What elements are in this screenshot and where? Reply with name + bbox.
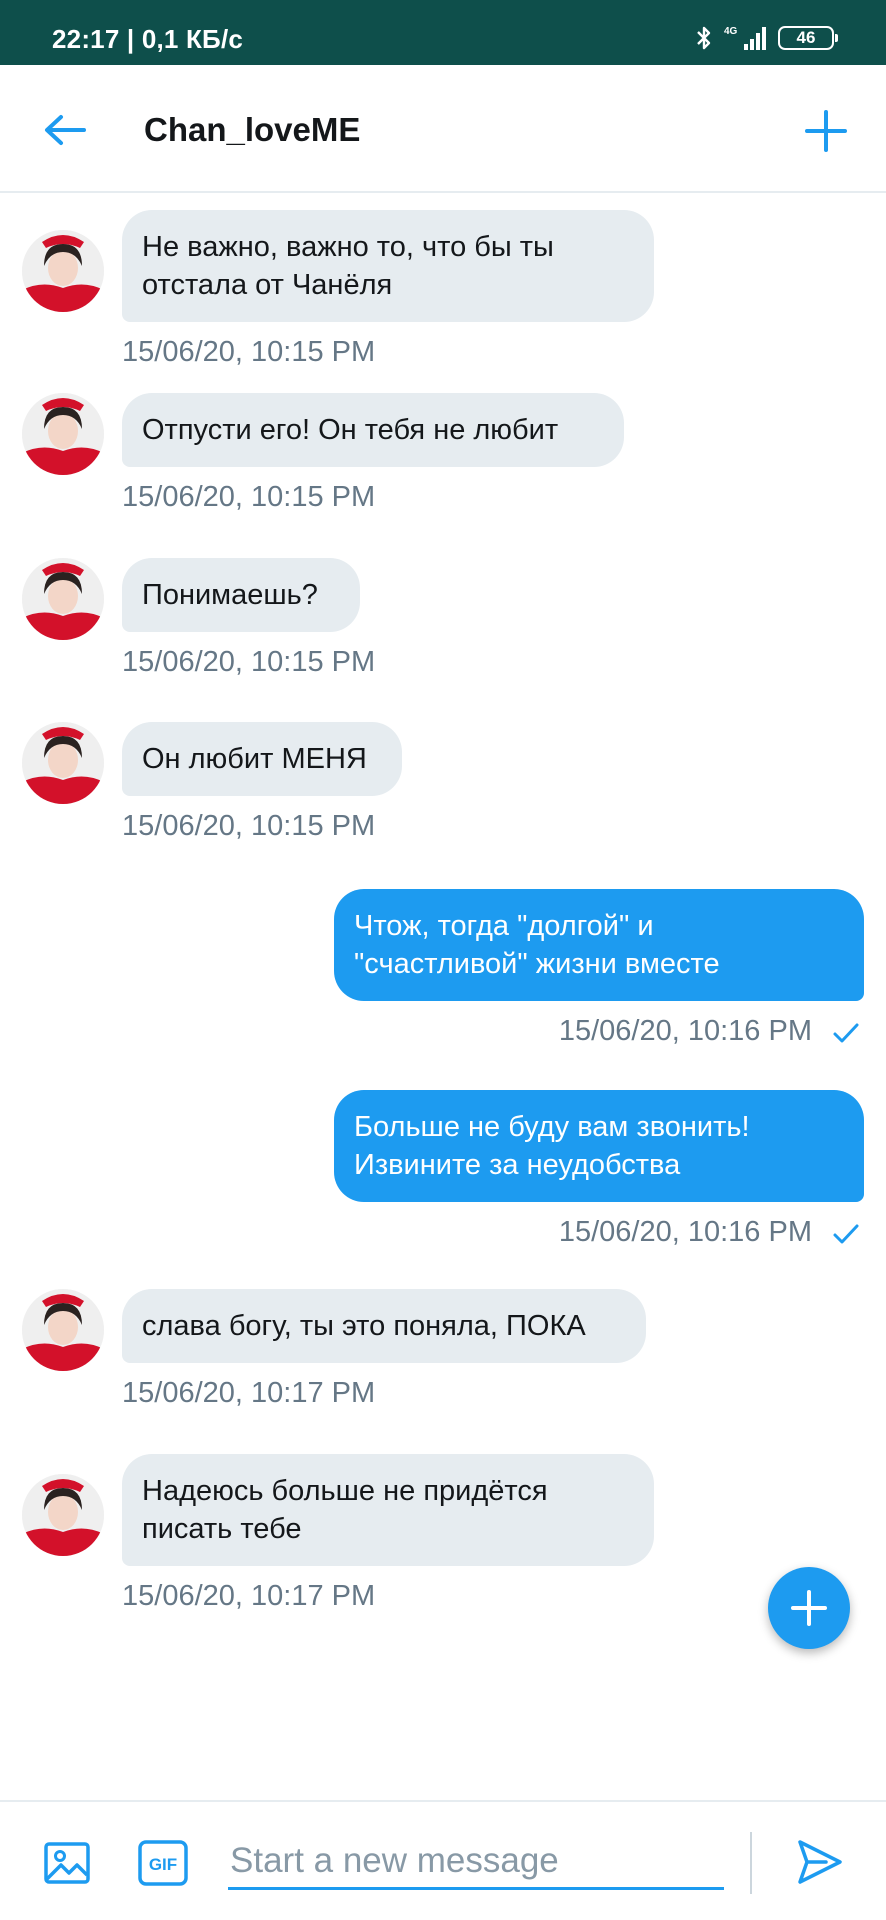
arrow-left-icon: [45, 115, 86, 145]
status-bar: 22:17 | 0,1 КБ/с 4G 46: [0, 0, 886, 65]
battery-indicator: 46: [778, 26, 838, 50]
signal-4g-icon: 4G: [724, 24, 768, 52]
message-timestamp: 15/06/20, 10:15 PM: [122, 336, 376, 368]
avatar[interactable]: [22, 230, 104, 312]
message-timestamp: 15/06/20, 10:17 PM: [122, 1580, 376, 1612]
status-time: 22:17 | 0,1 КБ/с: [52, 24, 244, 54]
add-image-button[interactable]: [40, 1836, 94, 1890]
message-timestamp: 15/06/20, 10:16 PM: [558, 1015, 812, 1047]
plus-icon: [805, 110, 847, 152]
network-label: 4G: [724, 26, 738, 37]
gif-icon: GIF: [138, 1840, 188, 1886]
avatar[interactable]: [22, 393, 104, 475]
image-icon: [44, 1842, 90, 1884]
bluetooth-icon: [694, 24, 714, 52]
incoming-message-bubble[interactable]: Отпусти его! Он тебя не любит: [122, 393, 624, 467]
message-list[interactable]: Не важно, важно то, что бы ты отстала от…: [0, 193, 886, 1800]
avatar[interactable]: [22, 1289, 104, 1371]
add-gif-button[interactable]: GIF: [136, 1836, 190, 1890]
message-timestamp: 15/06/20, 10:15 PM: [122, 810, 376, 842]
avatar[interactable]: [22, 1474, 104, 1556]
back-button[interactable]: [38, 103, 92, 157]
read-check-icon: [830, 1017, 862, 1049]
conversation-header: Chan_loveME: [0, 65, 886, 193]
outgoing-message-bubble[interactable]: Больше не буду вам звонить! Извините за …: [334, 1090, 864, 1202]
outgoing-message-bubble[interactable]: Чтож, тогда "долгой" и "счастливой" жизн…: [334, 889, 864, 1001]
status-icons: 4G 46: [694, 24, 838, 52]
send-button[interactable]: [792, 1834, 848, 1890]
message-timestamp: 15/06/20, 10:15 PM: [122, 481, 376, 513]
composer-divider: [750, 1832, 752, 1894]
incoming-message-bubble[interactable]: слава богу, ты это поняла, ПОКА: [122, 1289, 646, 1363]
plus-icon: [791, 1590, 827, 1626]
incoming-message-bubble[interactable]: Не важно, важно то, что бы ты отстала от…: [122, 210, 654, 322]
conversation-title: Chan_loveME: [144, 111, 361, 148]
avatar[interactable]: [22, 722, 104, 804]
gif-label: GIF: [149, 1855, 177, 1874]
incoming-message-bubble[interactable]: Он любит МЕНЯ: [122, 722, 402, 796]
composer-bar: GIF: [0, 1800, 886, 1920]
message-timestamp: 15/06/20, 10:17 PM: [122, 1377, 376, 1409]
message-timestamp: 15/06/20, 10:16 PM: [558, 1216, 812, 1248]
new-message-fab[interactable]: [768, 1567, 850, 1649]
message-timestamp: 15/06/20, 10:15 PM: [122, 646, 376, 678]
avatar[interactable]: [22, 558, 104, 640]
send-icon: [798, 1840, 842, 1884]
incoming-message-bubble[interactable]: Понимаешь?: [122, 558, 360, 632]
incoming-message-bubble[interactable]: Надеюсь больше не придётся писать тебе: [122, 1454, 654, 1566]
message-input[interactable]: [228, 1834, 724, 1890]
read-check-icon: [830, 1218, 862, 1250]
add-participant-button[interactable]: [796, 101, 856, 161]
